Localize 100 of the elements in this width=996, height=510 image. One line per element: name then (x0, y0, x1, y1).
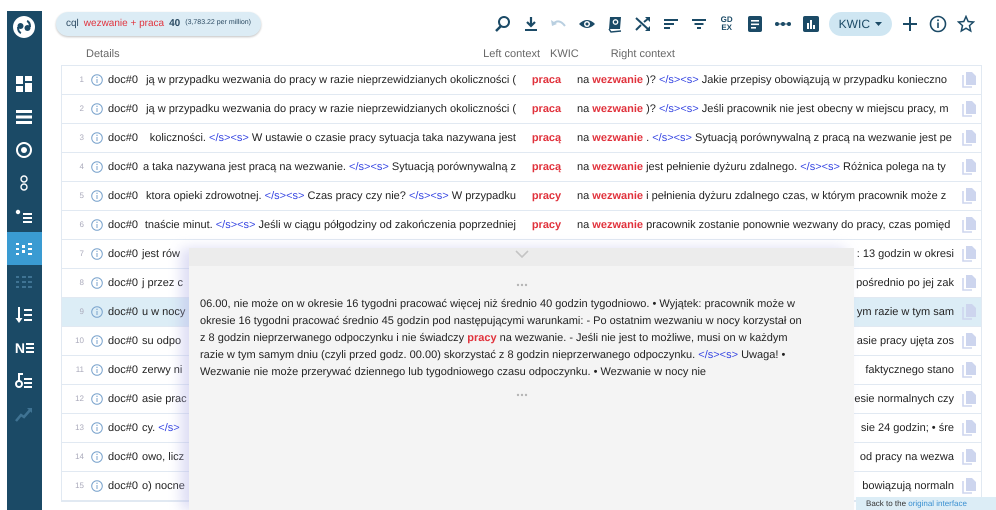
copy-icon[interactable] (962, 188, 976, 204)
note-list-icon (15, 372, 34, 390)
document-id[interactable]: doc#0 (108, 100, 142, 118)
plus-icon[interactable] (901, 14, 919, 32)
chevron-down-icon[interactable] (514, 250, 528, 258)
right-context: na wezwanie . </s><s> Sytuacją porównywalną z pracą na wezwanie jest pe (577, 130, 952, 146)
ellipsis-icon[interactable] (516, 283, 528, 287)
left-context: o) nocne (142, 478, 185, 494)
document-id[interactable]: doc#0 (108, 304, 142, 320)
row-number: 11 (74, 364, 84, 376)
copy-icon[interactable] (962, 420, 976, 436)
keyword: pracą (532, 160, 562, 175)
banner-text: Back to the (866, 499, 908, 508)
row-number: 8 (78, 277, 84, 289)
copy-icon[interactable] (962, 333, 976, 349)
copy-icon[interactable] (962, 275, 976, 291)
document-id[interactable]: doc#0 (108, 332, 142, 350)
copy-icon[interactable] (962, 478, 976, 494)
left-context: ją w przypadku wezwania do pracy w razie nieprzewidzianych okoliczności ( (146, 102, 516, 117)
left-context: zerwy ni (142, 362, 182, 378)
copy-icon[interactable] (962, 246, 976, 262)
row-number: 14 (74, 451, 84, 463)
right-context: pośrednio po jej zak (856, 276, 954, 291)
right-context: na wezwanie i pełnienia dyżuru zdalnego czas, w którym pracownik może z (577, 188, 946, 204)
right-context: na wezwanie jest pełnienie dyżuru zdalnego. </s><s> Różnica polega na ty (577, 160, 946, 175)
sidebar-item[interactable]: N (6, 331, 42, 364)
dashboard-icon (15, 74, 34, 92)
zoom-out-icon[interactable] (494, 14, 512, 32)
row-number: 5 (78, 190, 84, 202)
keyword: pracy (532, 218, 562, 233)
copy-icon[interactable] (962, 130, 976, 146)
bar-chart-icon[interactable] (802, 14, 820, 32)
lines-icon (26, 342, 34, 354)
column-header[interactable]: Left context (477, 46, 540, 63)
left-context: j przez c (142, 276, 183, 291)
copy-icon[interactable] (962, 72, 976, 88)
document-id[interactable]: doc#0 (108, 72, 142, 88)
column-header[interactable]: Details (86, 46, 141, 63)
right-context: faktycznego stano (865, 362, 954, 378)
right-context: : 13 godzin w okresi (856, 246, 954, 262)
document-icon[interactable] (746, 14, 764, 32)
ellipsis-icon[interactable] (516, 393, 528, 397)
left-context: su odpo (142, 334, 182, 349)
caret-icon (875, 22, 882, 26)
document-id[interactable]: doc#0 (108, 158, 142, 176)
right-context: ym razie w tym sam (856, 304, 954, 320)
document-id[interactable]: doc#0 (108, 246, 142, 262)
keyword: praca (532, 102, 562, 117)
document-id[interactable]: doc#0 (108, 420, 142, 436)
row-number: 3 (78, 132, 84, 144)
left-context: tnaście minut. </s><s> Jeśli w ciągu półgodziny od zakończenia poprzedniej (144, 218, 516, 233)
keyword: pracy (532, 188, 562, 204)
right-context: na wezwanie )? </s><s> Jakie przepisy obowiązują w przypadku konieczno (577, 72, 947, 88)
row-number: 15 (74, 480, 84, 492)
right-context: sie 24 godzin; • śre (860, 420, 954, 436)
book-icon[interactable] (606, 14, 624, 32)
left-context: asie prac (142, 392, 187, 407)
copy-icon[interactable] (962, 362, 976, 378)
view-dropdown[interactable]: KWIC (828, 12, 892, 36)
left-context: owo, licz (142, 450, 184, 465)
column-header[interactable]: KWIC (550, 46, 579, 63)
document-id[interactable]: doc#0 (108, 478, 142, 494)
copy-icon[interactable] (962, 449, 976, 465)
right-context: asie pracy ujęta zos (856, 334, 954, 349)
document-id[interactable]: doc#0 (108, 274, 142, 292)
row-number: 10 (74, 335, 84, 347)
keyword: pracą (532, 130, 562, 146)
copy-icon[interactable] (962, 391, 976, 407)
right-context: na wezwanie )? </s><s> Jeśli pracownik nie jest obecny w miejscu pracy, m (577, 102, 949, 117)
column-header[interactable]: Right context (610, 46, 675, 63)
row-number: 1 (78, 74, 84, 86)
logo-icon[interactable] (13, 16, 36, 38)
copy-icon[interactable] (962, 101, 976, 117)
row-number: 9 (78, 306, 84, 318)
copy-icon[interactable] (962, 159, 976, 175)
list-icon (15, 108, 34, 126)
row-number: 7 (78, 248, 84, 260)
shuffle-icon[interactable] (634, 14, 652, 32)
target-icon (15, 140, 34, 158)
left-context: ktora opieki zdrowotnej. </s><s> Czas pracy czy nie? </s><s> W przypadku (146, 188, 516, 204)
document-id[interactable]: doc#0 (108, 362, 142, 378)
left-context: cy. </s> (142, 420, 180, 436)
left-context: jest rów (142, 246, 180, 262)
document-id[interactable]: doc#0 (108, 390, 142, 408)
right-context: esie normalnych czy (854, 392, 954, 407)
info-icon[interactable] (929, 14, 947, 32)
left-context: a taka nazywana jest pracą na wezwanie. </s><s> Sytuacją porównywalną z (142, 160, 516, 175)
sort-icon (15, 306, 34, 324)
left-context: koliczności. </s><s> W ustawie o czasie pracy sytuacja taka nazywana jest (150, 130, 516, 146)
document-id[interactable]: doc#0 (108, 188, 142, 204)
star-icon[interactable] (957, 14, 975, 32)
right-context: od pracy na wezwa (860, 450, 954, 465)
document-id[interactable]: doc#0 (108, 216, 142, 234)
document-id[interactable]: doc#0 (108, 448, 142, 466)
gdex-button[interactable]: GD EX (712, 10, 741, 38)
row-number: 2 (78, 103, 84, 115)
right-context: na wezwanie pracownik zostanie ponownie wezwany do pracy, czas pomięd (577, 218, 950, 233)
document-id[interactable]: doc#0 (108, 130, 142, 146)
row-number: 13 (74, 422, 84, 434)
copy-icon[interactable] (962, 217, 976, 233)
